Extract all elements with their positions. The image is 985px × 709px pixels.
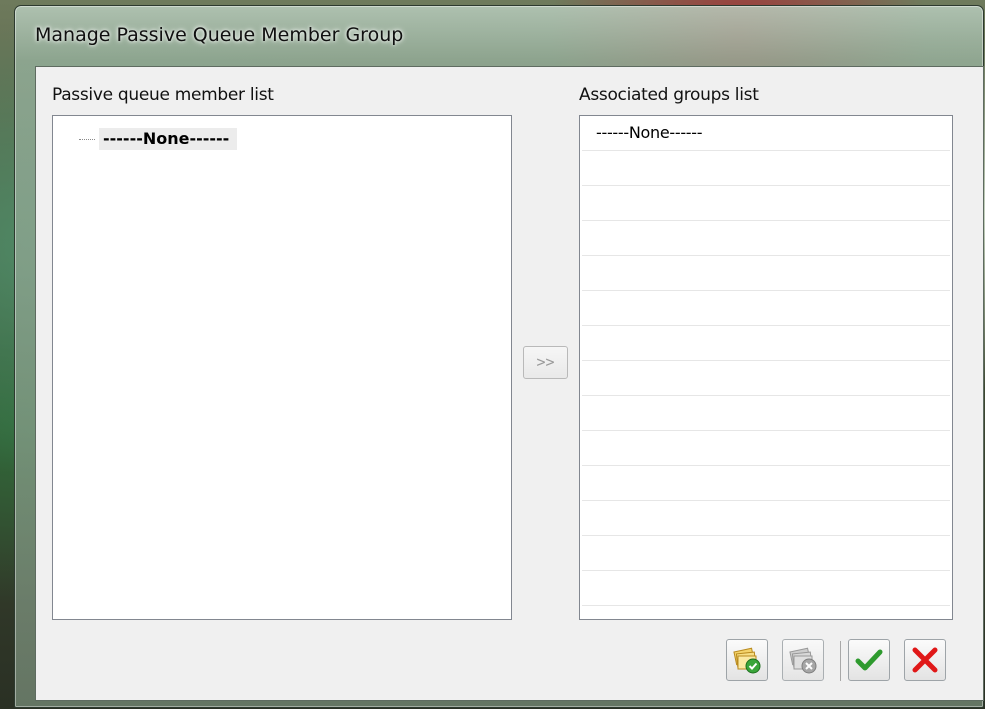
list-item[interactable] xyxy=(582,186,950,221)
associated-groups-label: Associated groups list xyxy=(579,85,759,105)
passive-member-list-label: Passive queue member list xyxy=(52,85,274,105)
dialog-window: Manage Passive Queue Member Group Passiv… xyxy=(14,5,984,708)
assign-group-button[interactable] xyxy=(726,639,768,681)
cancel-x-icon xyxy=(912,647,938,673)
list-item[interactable] xyxy=(582,326,950,361)
list-item[interactable]: ------None------ xyxy=(582,116,950,151)
passive-member-tree[interactable]: ------None------ xyxy=(52,115,512,620)
toolbar-separator xyxy=(840,641,841,681)
remove-group-icon xyxy=(789,647,817,674)
confirm-check-icon xyxy=(855,649,883,671)
list-item[interactable] xyxy=(582,571,950,606)
ok-button[interactable] xyxy=(848,639,890,681)
list-item[interactable] xyxy=(582,361,950,396)
list-item[interactable] xyxy=(582,256,950,291)
list-item[interactable] xyxy=(582,466,950,501)
remove-group-button[interactable] xyxy=(782,639,824,681)
list-item[interactable] xyxy=(582,151,950,186)
list-item[interactable] xyxy=(582,291,950,326)
move-to-groups-button[interactable]: >> xyxy=(523,346,568,379)
list-item[interactable] xyxy=(582,536,950,571)
list-item[interactable] xyxy=(582,501,950,536)
list-item[interactable] xyxy=(582,221,950,256)
tree-item[interactable]: ------None------ xyxy=(79,128,238,150)
assign-group-icon xyxy=(733,647,761,674)
cancel-button[interactable] xyxy=(904,639,946,681)
tree-connector xyxy=(79,138,95,140)
dialog-client-area: Passive queue member list ------None----… xyxy=(35,66,984,701)
list-item[interactable] xyxy=(582,396,950,431)
tree-item-label: ------None------ xyxy=(99,128,238,150)
window-title: Manage Passive Queue Member Group xyxy=(35,24,404,46)
list-item[interactable] xyxy=(582,431,950,466)
associated-groups-list[interactable]: ------None------ xyxy=(579,115,953,620)
